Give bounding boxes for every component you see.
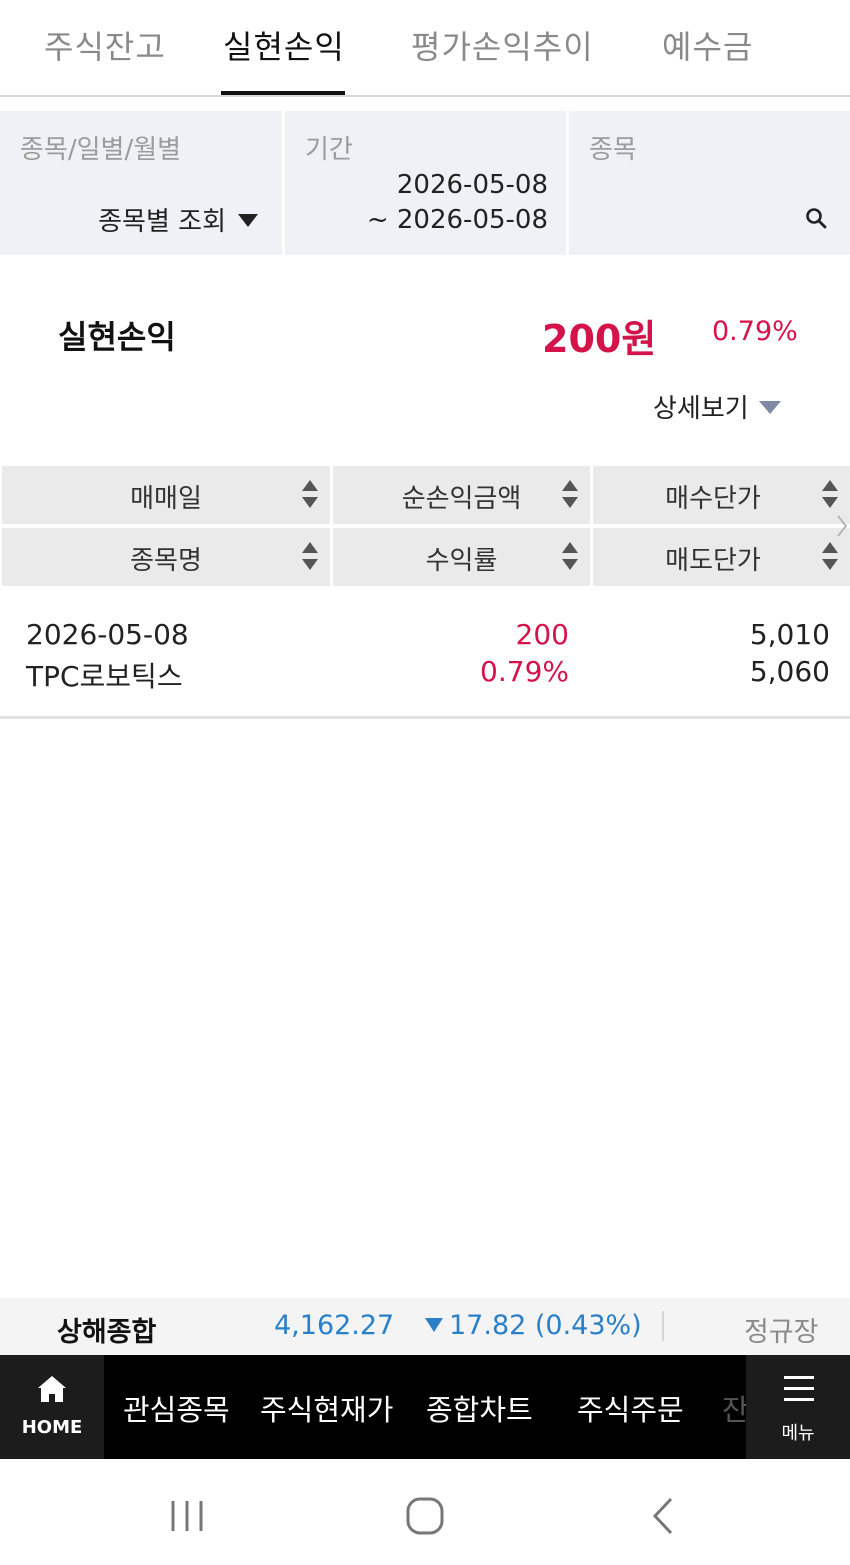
period-filter-label: 기간 — [305, 135, 353, 165]
table-row[interactable]: 2026-05-08 TPC로보틱스 200 0.79% 5,010 5,060 — [0, 605, 850, 719]
period-end: ~ 2026-05-08 — [366, 205, 548, 235]
period-filter[interactable]: 기간 2026-05-08 ~ 2026-05-08 — [285, 111, 566, 255]
index-change: 17.82 (0.43%) — [425, 1310, 642, 1341]
net-profit: 200 — [515, 618, 569, 651]
caret-down-icon — [238, 214, 258, 227]
system-nav-bar — [0, 1459, 850, 1565]
hamburger-icon — [784, 1376, 814, 1379]
home-circle-icon[interactable] — [406, 1497, 444, 1535]
tab-valuation-trend[interactable]: 평가손익추이 — [411, 22, 594, 68]
nav-watchlist[interactable]: 관심종목 — [123, 1387, 230, 1429]
sort-icon — [302, 542, 318, 572]
column-header-trade-date[interactable]: 매매일 — [2, 466, 330, 524]
return-rate: 0.79% — [480, 655, 569, 688]
column-header-label: 종목명 — [130, 546, 202, 576]
index-price: 4,162.27 — [274, 1310, 395, 1341]
index-change-value: 17.82 (0.43%) — [449, 1310, 642, 1341]
column-header-label: 매매일 — [130, 484, 202, 514]
triangle-down-icon — [758, 401, 781, 414]
stock-name: TPC로보틱스 — [26, 660, 183, 693]
mode-select[interactable]: 종목별 조회 — [98, 201, 258, 238]
menu-button[interactable]: 메뉴 — [746, 1355, 850, 1459]
trade-date: 2026-05-08 — [26, 618, 189, 651]
ticker-divider — [662, 1311, 664, 1341]
mode-select-value: 종목별 조회 — [98, 207, 226, 237]
home-button[interactable]: HOME — [0, 1355, 104, 1459]
nav-chart[interactable]: 종합차트 — [426, 1387, 533, 1429]
detail-toggle-label: 상세보기 — [653, 394, 749, 424]
sort-icon — [562, 542, 578, 572]
home-icon — [38, 1376, 66, 1402]
column-header-buy-price[interactable]: 매수단가 — [593, 466, 850, 524]
sort-icon — [302, 480, 318, 510]
triangle-down-icon — [425, 1318, 443, 1332]
realized-pnl-label: 실현손익 — [58, 318, 176, 356]
search-icon[interactable] — [805, 207, 827, 229]
market-status: 정규장 — [744, 1317, 819, 1348]
column-header-net-profit[interactable]: 순손익금액 — [333, 466, 590, 524]
nav-current-price[interactable]: 주식현재가 — [260, 1387, 393, 1429]
stock-filter-label: 종목 — [589, 135, 637, 165]
hamburger-icon-bar — [784, 1387, 814, 1390]
column-header-sell-price[interactable]: 매도단가 — [593, 528, 850, 586]
chevron-right-icon[interactable] — [836, 514, 848, 538]
tab-deposit[interactable]: 예수금 — [662, 22, 753, 68]
nav-overflow-item[interactable]: 잔 — [722, 1387, 749, 1429]
nav-order[interactable]: 주식주문 — [577, 1387, 684, 1429]
menu-label: 메뉴 — [781, 1423, 815, 1444]
top-tab-bar: 주식잔고 실현손익 평가손익추이 예수금 — [0, 0, 850, 97]
sell-price: 5,060 — [749, 655, 830, 688]
filter-panel: 종목/일별/월별 종목별 조회 기간 2026-05-08 ~ 2026-05-… — [0, 111, 850, 255]
bottom-app-nav: HOME 관심종목 주식현재가 종합차트 주식주문 잔 메뉴 — [0, 1355, 850, 1459]
tab-stock-balance[interactable]: 주식잔고 — [44, 22, 166, 68]
back-icon[interactable] — [652, 1497, 674, 1535]
index-name: 상해종합 — [57, 1317, 157, 1348]
realized-pnl-amount: 200원 — [542, 317, 657, 361]
column-header-label: 순손익금액 — [401, 484, 522, 514]
column-header-label: 매수단가 — [665, 484, 761, 514]
tab-realized-pnl[interactable]: 실현손익 — [223, 22, 345, 68]
stock-filter[interactable]: 종목 — [569, 111, 850, 255]
buy-price: 5,010 — [749, 618, 830, 651]
detail-toggle[interactable]: 상세보기 — [653, 388, 781, 425]
mode-filter[interactable]: 종목/일별/월별 종목별 조회 — [0, 111, 282, 255]
recent-apps-icon[interactable] — [170, 1499, 204, 1533]
column-header-label: 매도단가 — [665, 546, 761, 576]
home-label: HOME — [21, 1417, 83, 1438]
market-ticker[interactable]: 상해종합 4,162.27 17.82 (0.43%) 정규장 — [0, 1298, 850, 1355]
column-header-return-rate[interactable]: 수익률 — [333, 528, 590, 586]
active-tab-indicator — [221, 91, 345, 95]
hamburger-icon-bar — [784, 1398, 814, 1401]
period-start: 2026-05-08 — [396, 170, 548, 200]
column-header-label: 수익률 — [425, 546, 498, 576]
table-header: 매매일 순손익금액 매수단가 종목명 수익률 매도단가 — [0, 466, 850, 587]
mode-filter-label: 종목/일별/월별 — [20, 135, 182, 165]
realized-pnl-rate: 0.79% — [712, 316, 798, 347]
sort-icon — [822, 542, 838, 572]
sort-icon — [822, 480, 838, 510]
sort-icon — [562, 480, 578, 510]
column-header-stock-name[interactable]: 종목명 — [2, 528, 330, 586]
period-range[interactable]: 2026-05-08 ~ 2026-05-08 — [367, 168, 548, 238]
